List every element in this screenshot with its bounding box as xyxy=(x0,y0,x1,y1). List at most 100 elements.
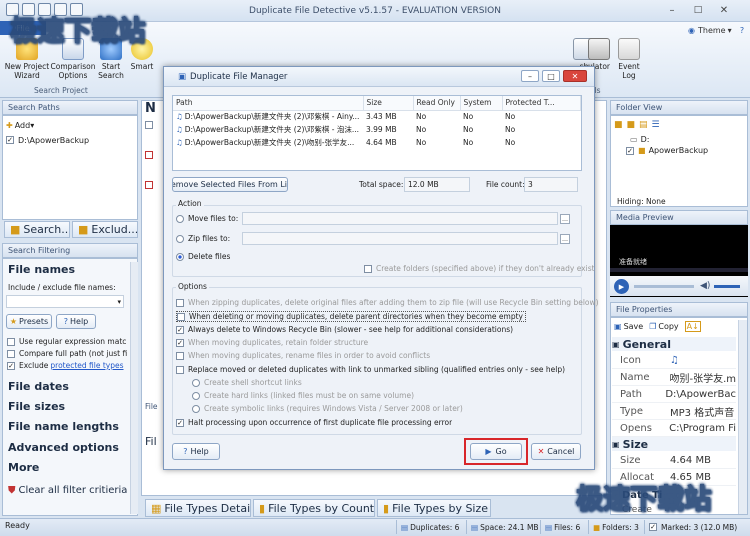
help-icon[interactable]: ? xyxy=(736,24,748,36)
link-type-radio[interactable] xyxy=(192,404,200,413)
link-type-radio[interactable] xyxy=(192,378,200,387)
volume-slider[interactable] xyxy=(714,285,740,288)
link-type-radio[interactable] xyxy=(192,391,200,400)
symbolic-link-option[interactable]: Create symbolic links (requires Windows … xyxy=(192,404,463,413)
cancel-button[interactable]: ✕ Cancel xyxy=(531,443,581,460)
chevron-down-icon: ▾ xyxy=(30,120,35,130)
create-folders-checkbox[interactable] xyxy=(364,264,372,273)
clear-filter-button[interactable]: ⛊ Clear all filter critieria xyxy=(8,484,128,497)
theme-menu[interactable]: ◉ Theme ▾ xyxy=(688,24,732,36)
option-checkbox[interactable]: ✓ xyxy=(176,325,184,334)
recycle-bin-option[interactable]: ✓ Always delete to Windows Recycle Bin (s… xyxy=(176,325,513,334)
protected-file-types-link[interactable]: protected file types xyxy=(50,361,123,370)
result-checkbox[interactable] xyxy=(145,121,153,129)
go-button[interactable]: ▶ Go xyxy=(470,443,522,460)
regex-option[interactable]: Use regular expression matching xyxy=(7,337,127,346)
zip-radio[interactable] xyxy=(176,234,184,243)
file-name-lengths-section[interactable]: File name lengths xyxy=(8,420,119,433)
shell-shortcut-option[interactable]: Create shell shortcut links xyxy=(192,378,302,387)
file-name-filter-input[interactable]: ▾ xyxy=(6,295,124,308)
retain-structure-option[interactable]: ✓ When moving duplicates, retain folder s… xyxy=(176,338,368,347)
move-files-option[interactable]: Move files to: xyxy=(176,214,238,223)
folder-icon: ■ xyxy=(638,146,646,155)
advanced-options-section[interactable]: Advanced options xyxy=(8,441,119,454)
maximize-button[interactable]: □ xyxy=(690,2,706,18)
search-path-item[interactable]: ✓ D:\ApowerBackup xyxy=(6,134,89,146)
dialog-help-button[interactable]: ? Help xyxy=(172,443,220,460)
replace-with-link-option[interactable]: Replace moved or deleted duplicates with… xyxy=(176,365,565,374)
option-checkbox[interactable] xyxy=(176,298,184,307)
expand-icon[interactable]: ▤ xyxy=(639,120,648,130)
option-checkbox[interactable] xyxy=(176,365,184,374)
folder-icon[interactable]: ■ xyxy=(614,120,623,130)
tab-file-types-detail[interactable]: ▦ File Types Detail xyxy=(145,499,251,517)
option-checkbox[interactable] xyxy=(177,312,185,321)
zip-delete-originals-option[interactable]: When zipping duplicates, delete original… xyxy=(176,298,599,307)
remove-selected-button[interactable]: Remove Selected Files From List xyxy=(172,177,288,192)
tab-exclusions[interactable]: ■ Exclud... xyxy=(72,221,138,238)
copy-props-button[interactable]: ❐ Copy xyxy=(649,322,678,331)
table-row[interactable]: ♫ D:\ApowerBackup\新建文件夹 (2)\邓紫棋 - 泡沫... 3… xyxy=(173,123,581,136)
folder-checkbox[interactable]: ✓ xyxy=(626,146,634,155)
collapse-icon[interactable]: ▣ xyxy=(612,340,620,349)
delete-radio[interactable] xyxy=(176,252,184,261)
zip-browse-button[interactable]: … xyxy=(560,234,570,244)
table-row[interactable]: ♫ D:\ApowerBackup\新建文件夹 (2)\吻别-张学友... 4.6… xyxy=(173,136,581,149)
list-icon[interactable]: ☰ xyxy=(652,120,660,130)
collapse-icon[interactable]: ▣ xyxy=(612,440,620,449)
tab-search-paths[interactable]: ■ Search... xyxy=(4,221,70,238)
filter-scrollbar[interactable] xyxy=(130,262,138,514)
minimize-button[interactable]: – xyxy=(664,2,680,18)
regex-checkbox[interactable] xyxy=(7,337,15,346)
close-button[interactable]: ✕ xyxy=(716,2,732,18)
tab-file-types-by-count[interactable]: ▮ File Types by Count xyxy=(253,499,375,517)
add-path-button[interactable]: ✚ Add ▾ xyxy=(6,119,34,131)
presets-button[interactable]: ★ Presets xyxy=(6,314,52,329)
column-read-only[interactable]: Read Only xyxy=(413,96,461,111)
exclude-protected-option[interactable]: ✓ Exclude protected file types xyxy=(7,361,131,370)
event-log-button[interactable]: Event Log xyxy=(612,38,646,86)
dialog-minimize-button[interactable]: – xyxy=(521,70,539,82)
table-row[interactable]: ♫ D:\ApowerBackup\新建文件夹 (2)\邓紫棋 - Ainy...… xyxy=(173,110,581,123)
full-path-option[interactable]: Compare full path (not just file nar xyxy=(7,349,127,358)
result-checkbox[interactable] xyxy=(145,151,153,159)
column-size[interactable]: Size xyxy=(363,96,414,111)
media-seek-bar[interactable] xyxy=(610,268,748,272)
save-props-button[interactable]: ▣ Save xyxy=(614,322,643,331)
column-system[interactable]: System xyxy=(460,96,503,111)
filter-help-button[interactable]: ? Help xyxy=(56,314,96,329)
move-destination-input[interactable] xyxy=(242,212,558,225)
more-section[interactable]: More xyxy=(8,461,39,474)
delete-parent-dirs-option[interactable]: When deleting or moving duplicates, dele… xyxy=(176,311,526,322)
folder-up-icon[interactable]: ■ xyxy=(627,120,636,130)
play-icon[interactable]: ▶ xyxy=(614,279,629,294)
file-dates-section[interactable]: File dates xyxy=(8,380,69,393)
delete-files-option[interactable]: Delete files xyxy=(176,252,230,261)
move-browse-button[interactable]: … xyxy=(560,214,570,224)
exclude-protected-checkbox[interactable]: ✓ xyxy=(7,361,15,370)
file-sizes-section[interactable]: File sizes xyxy=(8,400,65,413)
option-checkbox[interactable]: ✓ xyxy=(176,338,184,347)
zip-destination-input[interactable] xyxy=(242,232,558,245)
dialog-maximize-button[interactable]: □ xyxy=(542,70,560,82)
hard-link-option[interactable]: Create hard links (linked files must be … xyxy=(192,391,414,400)
drive-node[interactable]: ▭ D: xyxy=(630,135,649,144)
dialog-close-button[interactable]: ✕ xyxy=(563,70,587,82)
rename-files-option[interactable]: When moving duplicates, rename files in … xyxy=(176,351,430,360)
folder-node[interactable]: ✓ ■ ApowerBackup xyxy=(626,146,708,155)
halt-on-error-option[interactable]: ✓ Halt processing upon occurrence of firs… xyxy=(176,418,452,427)
path-checkbox[interactable]: ✓ xyxy=(6,136,14,144)
full-path-checkbox[interactable] xyxy=(7,349,15,358)
zip-files-option[interactable]: Zip files to: xyxy=(176,234,230,243)
create-folders-option[interactable]: Create folders (specified above) if they… xyxy=(364,264,595,273)
result-checkbox[interactable] xyxy=(145,181,153,189)
move-radio[interactable] xyxy=(176,214,184,223)
tab-file-types-by-size[interactable]: ▮ File Types by Size xyxy=(377,499,491,517)
option-checkbox[interactable]: ✓ xyxy=(176,418,184,427)
column-path[interactable]: Path xyxy=(173,96,364,111)
option-checkbox[interactable] xyxy=(176,351,184,360)
column-protected[interactable]: Protected T... xyxy=(502,96,581,111)
volume-icon[interactable]: ◀) xyxy=(700,281,710,291)
media-progress[interactable] xyxy=(634,285,694,288)
sort-icon[interactable]: A↓ xyxy=(684,321,701,332)
